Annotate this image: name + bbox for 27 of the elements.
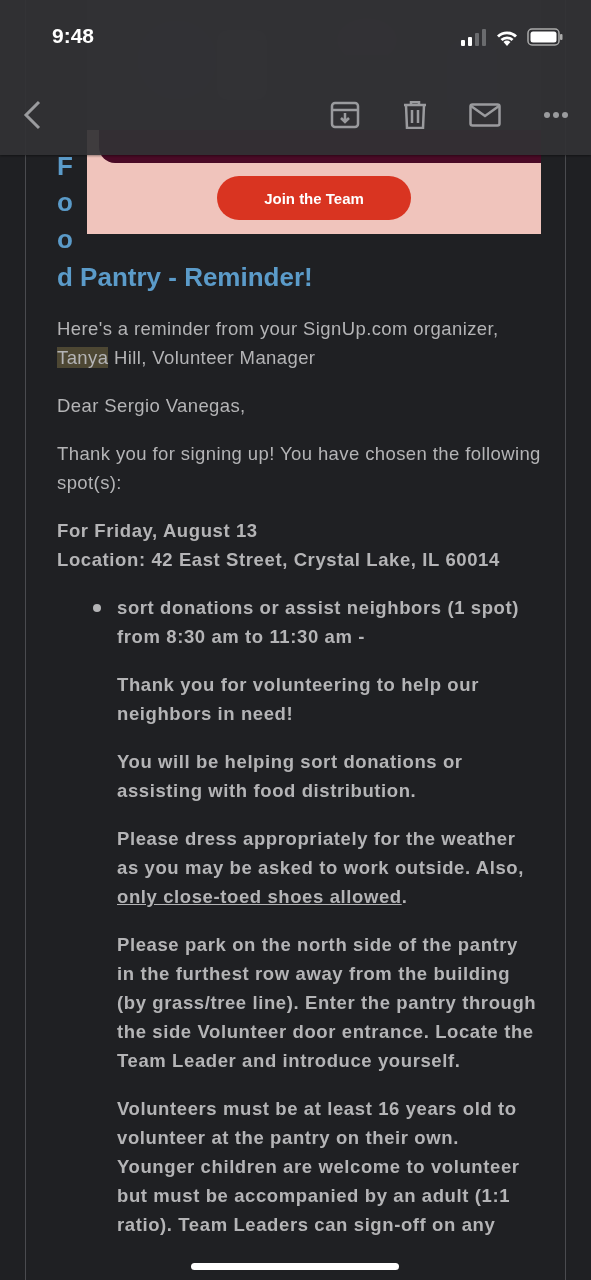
date-text: For Friday, August 13	[57, 518, 259, 543]
bullet-icon	[93, 603, 101, 612]
spot-time: from 8:30 am to 11:30 am -	[117, 624, 366, 649]
detail-text: Please park on the north side of the pantry in the furthest row away from the building (by grass/tree line). Enter the pantry through the side Volunteer door entrance. Locate the Team Leader and introduce yourself.	[117, 932, 538, 1073]
battery-icon	[527, 28, 563, 46]
back-icon[interactable]	[22, 100, 42, 130]
email-title: d Pantry - Reminder!	[57, 260, 314, 294]
signal-icon	[461, 28, 487, 46]
title-letter: o	[57, 222, 74, 256]
shoes-link[interactable]: only close-toed shoes allowed	[117, 885, 402, 907]
archive-icon[interactable]	[330, 101, 360, 129]
location-text: Location: 42 East Street, Crystal Lake, IL 60014	[57, 547, 501, 572]
title-letter: F	[57, 150, 74, 183]
detail-text: You will be helping sort donations or assisting with food distribution.	[117, 749, 464, 803]
detail-text: Volunteers must be at least 16 years old to volunteer at the pantry on their own. Younger children are welcome to volunteer but must be accompanied by an adult (1:1 ratio). Team Leaders can sign-off on any	[117, 1096, 521, 1237]
delete-icon[interactable]	[403, 101, 427, 129]
detail-text: Thank you for volunteering to help our neighbors in need!	[117, 672, 480, 726]
join-button[interactable]: Join the Team	[217, 176, 411, 220]
title-letter: o	[57, 186, 74, 220]
thanks-text: Thank you for signing up! You have chosen the following spot(s):	[57, 441, 541, 495]
status-time: 9:48	[52, 24, 95, 48]
greeting-text: Dear Sergio Vanegas,	[57, 393, 247, 418]
detail-text: Please dress appropriately for the weather as you may be asked to work outside. Also, only close-toed shoes allowed.	[117, 826, 525, 909]
more-icon[interactable]	[543, 111, 569, 119]
spot-name: sort donations or assist neighbors (1 spot)	[117, 595, 520, 620]
mail-icon[interactable]	[469, 103, 501, 127]
intro-text: Here's a reminder from your SignUp.com organizer, Tanya Hill, Volunteer Manager	[57, 316, 500, 370]
